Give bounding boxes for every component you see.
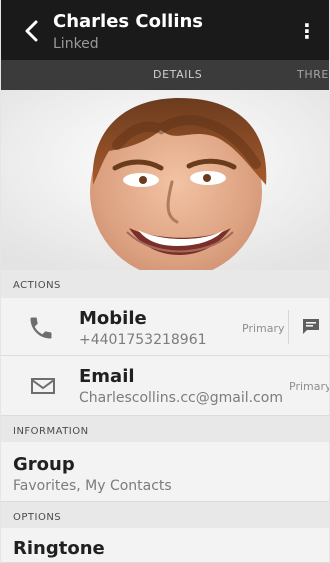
envelope-icon xyxy=(31,377,55,395)
section-header-options: OPTIONS xyxy=(1,502,329,528)
email-address: Charlescollins.cc@gmail.com xyxy=(79,390,283,406)
contact-photo xyxy=(1,90,329,270)
section-header-actions: ACTIONS xyxy=(1,270,329,298)
overflow-menu-icon[interactable]: ⋮ xyxy=(295,16,319,46)
section-header-information: INFORMATION xyxy=(1,416,329,442)
message-icon[interactable] xyxy=(299,314,323,338)
back-arrow-icon[interactable] xyxy=(17,16,47,46)
group-label: Group xyxy=(13,454,75,475)
options-row-ringtone[interactable]: Ringtone xyxy=(1,528,329,563)
section-information-label: INFORMATION xyxy=(13,426,89,437)
action-row-email[interactable]: Email Charlescollins.cc@gmail.com Primar… xyxy=(1,356,330,416)
tab-bar: DETAILS THREA xyxy=(1,60,329,90)
contact-link-status: Linked xyxy=(53,36,99,52)
tab-details[interactable]: DETAILS xyxy=(153,68,202,81)
ringtone-label: Ringtone xyxy=(13,538,105,559)
action-row-mobile[interactable]: Mobile +4401753218961 Primary xyxy=(1,298,329,356)
section-actions-label: ACTIONS xyxy=(13,280,61,291)
mobile-primary-badge: Primary xyxy=(242,322,285,335)
group-value: Favorites, My Contacts xyxy=(13,478,172,494)
top-bar: Charles Collins Linked ⋮ xyxy=(1,0,329,60)
contact-details-screen: Charles Collins Linked ⋮ DETAILS THRE AC… xyxy=(0,0,330,563)
section-options-label: OPTIONS xyxy=(13,512,62,523)
email-primary-badge: Primary xyxy=(289,380,330,393)
mobile-label: Mobile xyxy=(79,308,147,329)
divider xyxy=(288,310,289,344)
tab-threads[interactable]: THREA xyxy=(297,68,329,81)
contact-name: Charles Collins xyxy=(53,11,204,32)
information-row-group[interactable]: Group Favorites, My Contacts xyxy=(1,442,329,502)
phone-icon xyxy=(27,314,55,342)
mobile-number: +4401753218961 xyxy=(79,332,207,348)
email-label: Email xyxy=(79,366,135,387)
